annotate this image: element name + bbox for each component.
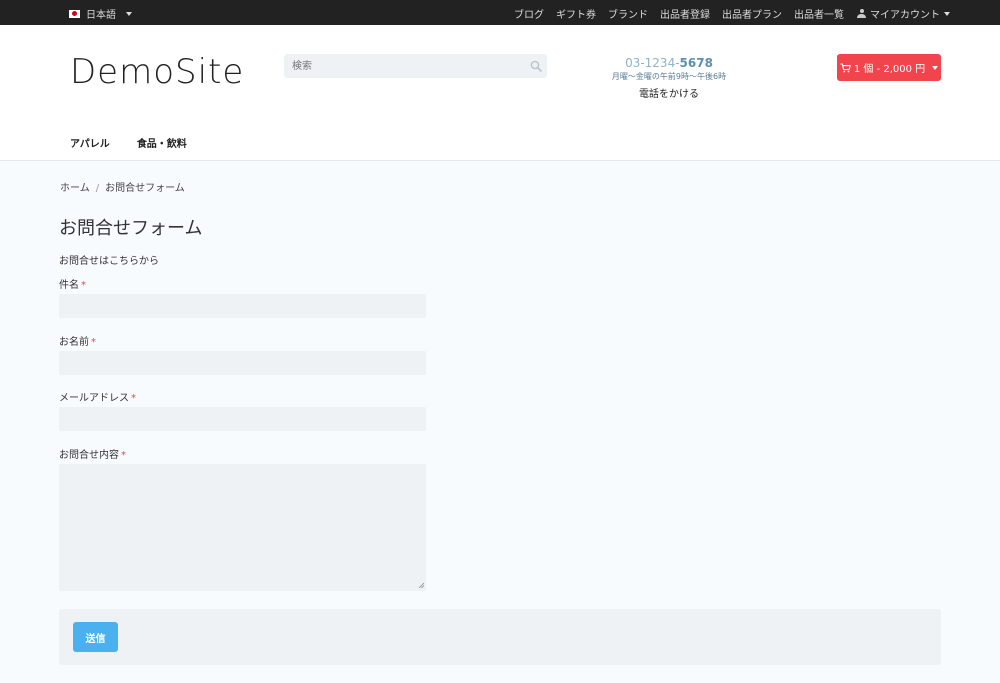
breadcrumb-current: お問合せフォーム bbox=[105, 183, 185, 194]
call-link[interactable]: 電話をかける bbox=[598, 85, 740, 100]
required-mark: * bbox=[131, 393, 136, 404]
site-header: DemoSite 03-1234-5678 月曜〜金曜の午前9時〜午後6時 電話… bbox=[0, 25, 1000, 161]
name-label: お名前 * bbox=[59, 337, 96, 348]
form-intro: お問合せはこちらから bbox=[59, 256, 159, 267]
email-label: メールアドレス * bbox=[59, 393, 136, 404]
breadcrumb: ホーム / お問合せフォーム bbox=[60, 179, 185, 194]
language-label: 日本語 bbox=[86, 10, 116, 21]
site-logo[interactable]: DemoSite bbox=[70, 52, 244, 92]
top-nav-seller-list[interactable]: 出品者一覧 bbox=[794, 6, 844, 21]
top-nav: ブログ ギフト券 ブランド 出品者登録 出品者プラン 出品者一覧 bbox=[514, 6, 844, 21]
subject-input[interactable] bbox=[59, 294, 426, 318]
email-input[interactable] bbox=[59, 407, 426, 431]
subject-label: 件名 * bbox=[59, 280, 86, 291]
breadcrumb-separator: / bbox=[95, 183, 100, 194]
message-textarea[interactable] bbox=[59, 464, 426, 591]
form-actions bbox=[59, 609, 941, 665]
top-nav-seller-plan[interactable]: 出品者プラン bbox=[722, 6, 782, 21]
required-mark: * bbox=[121, 450, 126, 461]
account-menu[interactable]: マイアカウント bbox=[857, 6, 950, 21]
name-input[interactable] bbox=[59, 351, 426, 375]
phone-contact: 03-1234-5678 月曜〜金曜の午前9時〜午後6時 電話をかける bbox=[598, 56, 740, 100]
resize-grip-icon[interactable] bbox=[418, 582, 424, 588]
page-title: お問合せフォーム bbox=[59, 218, 203, 239]
required-mark: * bbox=[81, 280, 86, 291]
user-icon bbox=[857, 9, 866, 18]
cart-icon bbox=[840, 62, 851, 72]
chevron-down-icon bbox=[932, 65, 939, 70]
japan-flag-icon bbox=[69, 9, 80, 18]
message-label: お問合せ内容 * bbox=[59, 450, 126, 461]
top-nav-blog[interactable]: ブログ bbox=[514, 6, 544, 21]
chevron-down-icon bbox=[126, 11, 132, 16]
category-food-beverage[interactable]: 食品・飲料 bbox=[137, 135, 187, 150]
search-icon[interactable] bbox=[530, 60, 542, 72]
cart-button[interactable]: 1 個 - 2,000 円 bbox=[837, 54, 941, 81]
chevron-down-icon bbox=[944, 11, 950, 16]
language-selector[interactable]: 日本語 bbox=[69, 6, 132, 21]
submit-button[interactable]: 送信 bbox=[73, 622, 118, 652]
phone-number: 03-1234-5678 bbox=[625, 56, 713, 70]
top-nav-seller-register[interactable]: 出品者登録 bbox=[660, 6, 710, 21]
category-nav: アパレル 食品・飲料 bbox=[70, 135, 187, 150]
category-apparel[interactable]: アパレル bbox=[70, 135, 110, 150]
business-hours: 月曜〜金曜の午前9時〜午後6時 bbox=[611, 72, 727, 81]
breadcrumb-home[interactable]: ホーム bbox=[60, 183, 90, 194]
required-mark: * bbox=[91, 337, 96, 348]
account-label: マイアカウント bbox=[870, 10, 940, 21]
top-nav-brand[interactable]: ブランド bbox=[608, 6, 648, 21]
search-input[interactable] bbox=[284, 54, 547, 78]
top-bar: 日本語 ブログ ギフト券 ブランド 出品者登録 出品者プラン 出品者一覧 マイア… bbox=[0, 0, 1000, 25]
cart-label: 1 個 - 2,000 円 bbox=[853, 64, 926, 75]
top-nav-gift-card[interactable]: ギフト券 bbox=[556, 6, 596, 21]
